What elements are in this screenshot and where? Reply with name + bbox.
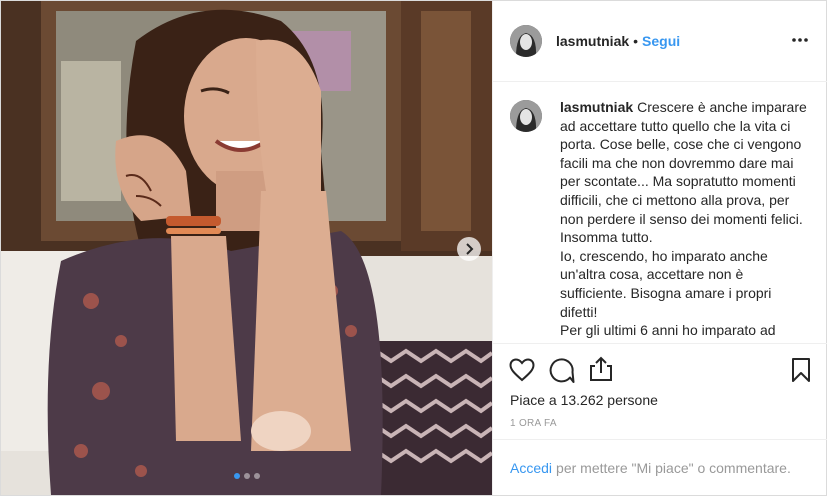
caption-username-link[interactable]: lasmutniak <box>560 99 633 115</box>
more-options-button[interactable] <box>791 31 809 54</box>
save-button[interactable] <box>791 357 811 388</box>
comment-icon <box>549 358 575 383</box>
carousel-dot <box>233 473 240 479</box>
carousel-indicator <box>1 473 492 479</box>
chevron-right-icon <box>466 243 474 255</box>
username-link[interactable]: lasmutniak <box>556 33 629 49</box>
post-side-panel: lasmutniak • Segui lasmutniak Crescere è … <box>492 1 827 495</box>
carousel-dot <box>243 473 250 479</box>
share-icon <box>590 356 612 381</box>
login-prompt: Accedi per mettere "Mi piace" o commenta… <box>493 439 827 496</box>
caption-text-block: lasmutniak Crescere è anche imparare ad a… <box>560 98 810 340</box>
post-photo[interactable] <box>1 1 492 495</box>
carousel-dot <box>253 473 260 479</box>
avatar-image <box>510 100 542 132</box>
separator-dot: • <box>633 33 639 49</box>
post-header: lasmutniak • Segui <box>493 1 827 82</box>
photo-illustration <box>1 1 492 495</box>
share-button[interactable] <box>589 356 613 387</box>
carousel-next-button[interactable] <box>457 237 481 261</box>
instagram-post: lasmutniak • Segui lasmutniak Crescere è … <box>0 0 827 496</box>
more-options-icon <box>792 38 808 42</box>
caption-section: lasmutniak Crescere è anche imparare ad a… <box>493 82 827 343</box>
caption-text: Crescere è anche imparare ad accettare t… <box>560 99 807 339</box>
post-actions: Piace a 13.262 persone 1 ORA FA <box>493 343 827 440</box>
likes-count[interactable]: Piace a 13.262 persone <box>510 392 658 408</box>
bookmark-icon <box>792 358 810 382</box>
follow-button[interactable]: Segui <box>642 33 680 49</box>
comment-button[interactable] <box>549 358 575 389</box>
heart-icon <box>509 358 535 382</box>
avatar-image <box>510 25 542 57</box>
avatar[interactable] <box>510 100 542 132</box>
like-button[interactable] <box>509 358 535 387</box>
avatar[interactable] <box>510 25 542 57</box>
post-timestamp[interactable]: 1 ORA FA <box>510 418 557 429</box>
login-link[interactable]: Accedi <box>510 460 552 476</box>
login-prompt-text: per mettere "Mi piace" o commentare. <box>556 460 791 476</box>
